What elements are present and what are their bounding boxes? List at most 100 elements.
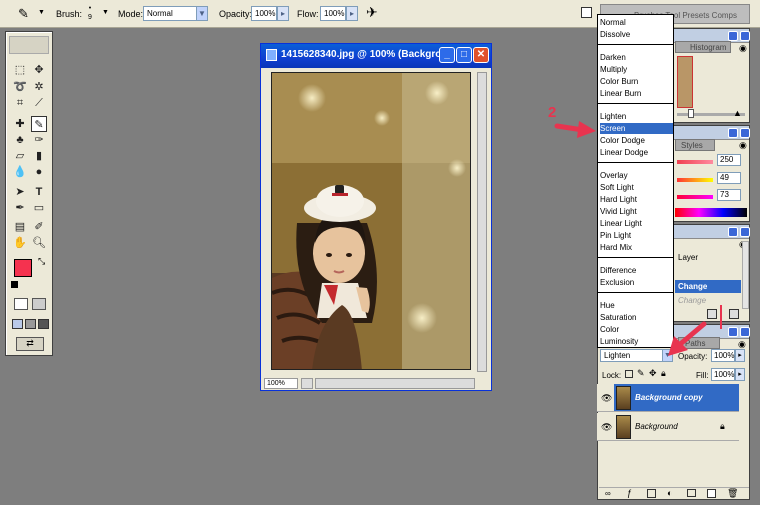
panel-minimize-icon[interactable] [728,327,738,337]
type-tool-icon[interactable]: T [31,184,47,200]
airbrush-icon[interactable]: ✈ [366,4,378,21]
layer-opacity-input[interactable]: 100% [711,349,735,362]
delete-layer-icon[interactable]: 🗑︎ [727,488,738,499]
blue-value[interactable]: 73 [717,189,741,201]
layer-opacity-arrow-icon[interactable]: ▸ [735,349,745,362]
fill-input[interactable]: 100% [711,368,735,381]
panel-menu-arrow-icon[interactable]: ◉ [739,140,747,151]
blend-mode-option-pin-light[interactable]: Pin Light [600,230,673,241]
fill-arrow-icon[interactable]: ▸ [735,368,745,381]
vertical-scrollbar[interactable] [477,72,487,372]
layer-visibility-eye-icon[interactable]: 👁︎ [597,384,614,411]
brush-picker-arrow-icon[interactable]: ▼ [102,9,109,16]
mode-select[interactable]: Normal [143,6,197,21]
blend-mode-option-color-burn[interactable]: Color Burn [600,76,673,87]
minimize-button[interactable]: _ [439,47,455,63]
navigator-slider-thumb[interactable] [688,109,694,118]
magic-wand-tool-icon[interactable]: ✲ [31,79,47,95]
jump-to-imageready-icon[interactable]: ⇄ [16,337,44,351]
maximize-button[interactable]: □ [456,47,472,63]
tool-preset-arrow-icon[interactable]: ▼ [38,9,45,16]
clone-stamp-tool-icon[interactable]: ♣ [12,132,28,148]
blend-mode-option-hard-mix[interactable]: Hard Mix [600,242,673,253]
link-layers-icon[interactable]: ∞ [605,489,611,498]
green-slider[interactable] [677,178,713,182]
blend-mode-option-linear-dodge[interactable]: Linear Dodge [600,147,673,158]
notes-tool-icon[interactable]: ▤ [12,219,28,235]
layer-mask-icon[interactable] [647,489,656,498]
lasso-tool-icon[interactable]: ➰ [12,79,28,95]
adjustment-layer-icon[interactable]: ◐ [667,488,672,498]
blend-mode-option-linear-light[interactable]: Linear Light [600,218,673,229]
layer-visibility-eye-icon[interactable]: 👁︎ [601,422,612,433]
mode-dropdown-arrow-icon[interactable]: ▼ [196,6,208,21]
layer-style-icon[interactable]: ƒ [627,488,632,498]
shape-tool-icon[interactable]: ▭ [31,200,47,216]
history-item[interactable]: Layer [675,252,739,264]
blend-mode-option-exclusion[interactable]: Exclusion [600,277,673,288]
history-brush-tool-icon[interactable]: ✑ [31,132,47,148]
healing-brush-tool-icon[interactable]: ✚ [12,116,28,132]
color-spectrum-bar[interactable] [675,208,747,217]
opacity-input[interactable]: 100% [251,6,277,21]
palette-well-icon[interactable] [581,7,592,18]
red-value[interactable]: 250 [717,154,741,166]
standard-mode-icon[interactable] [14,298,28,310]
horizontal-scrollbar[interactable] [315,378,475,389]
marquee-tool-icon[interactable]: ⬚ [12,62,28,78]
blur-tool-icon[interactable]: 💧 [12,164,28,180]
blend-mode-option-vivid-light[interactable]: Vivid Light [600,206,673,217]
panel-menu-arrow-icon[interactable]: ◉ [739,43,747,54]
panel-close-icon[interactable] [740,227,750,237]
blend-mode-option-dissolve[interactable]: Dissolve [600,29,673,40]
blend-mode-option-hard-light[interactable]: Hard Light [600,194,673,205]
history-item-selected[interactable]: Change [675,280,741,293]
eyedropper-tool-icon[interactable]: ✐ [31,219,47,235]
opacity-slider-arrow-icon[interactable]: ▸ [277,6,289,21]
blend-mode-option-overlay[interactable]: Overlay [600,170,673,181]
photo-canvas[interactable] [271,72,471,370]
hand-tool-icon[interactable]: ✋ [12,235,28,251]
lock-image-icon[interactable]: ✎ [637,368,645,379]
blend-mode-select[interactable]: Lighten [600,349,664,362]
lock-transparency-icon[interactable] [625,370,633,378]
brush-size-preview[interactable]: • 9 [86,4,94,22]
blend-mode-option-difference[interactable]: Difference [600,265,673,276]
crop-tool-icon[interactable]: ⌗ [12,95,28,111]
new-group-icon[interactable] [687,489,696,497]
slice-tool-icon[interactable]: ⟋ [31,95,47,111]
blend-mode-option-soft-light[interactable]: Soft Light [600,182,673,193]
move-tool-icon[interactable]: ✥ [31,62,47,78]
lock-all-icon[interactable]: 🔒︎ [661,368,666,379]
blend-mode-option-hue[interactable]: Hue [600,300,673,311]
blend-mode-option-color-dodge[interactable]: Color Dodge [600,135,673,146]
blend-mode-option-normal[interactable]: Normal [600,17,673,28]
screen-mode-full-menu-icon[interactable] [25,319,36,329]
blend-mode-option-screen[interactable]: Screen [600,123,673,134]
delete-history-icon[interactable] [729,309,739,319]
blue-slider[interactable] [677,195,713,199]
layer-row-selected[interactable]: 👁︎ Background copy [597,384,739,412]
navigator-thumbnail[interactable] [677,56,693,108]
gradient-tool-icon[interactable]: ▮ [31,148,47,164]
panel-close-icon[interactable] [740,128,750,138]
blend-mode-option-multiply[interactable]: Multiply [600,64,673,75]
pen-tool-icon[interactable]: ✒ [12,200,28,216]
layer-row[interactable]: 👁︎ Background 🔒︎ [597,413,739,441]
panel-minimize-icon[interactable] [728,128,738,138]
close-button[interactable]: ✕ [473,47,489,63]
lock-position-icon[interactable]: ✥ [649,368,657,379]
swap-colors-icon[interactable]: ⤡ [38,256,45,267]
quick-mask-mode-icon[interactable] [32,298,46,310]
new-layer-icon[interactable] [707,489,716,498]
blend-mode-option-darken[interactable]: Darken [600,52,673,63]
flow-slider-arrow-icon[interactable]: ▸ [346,6,358,21]
brush-tool-icon[interactable]: ✎ [18,6,29,22]
blend-mode-dropdown-list[interactable]: Normal Dissolve Darken Multiply Color Burn Li… [597,14,674,348]
history-scrollbar[interactable] [742,241,749,309]
green-value[interactable]: 49 [717,172,741,184]
brush-tool-active-icon[interactable]: ✎ [31,116,47,132]
panel-close-icon[interactable] [740,327,750,337]
status-info-icon[interactable] [301,378,313,389]
panel-minimize-icon[interactable] [728,31,738,41]
